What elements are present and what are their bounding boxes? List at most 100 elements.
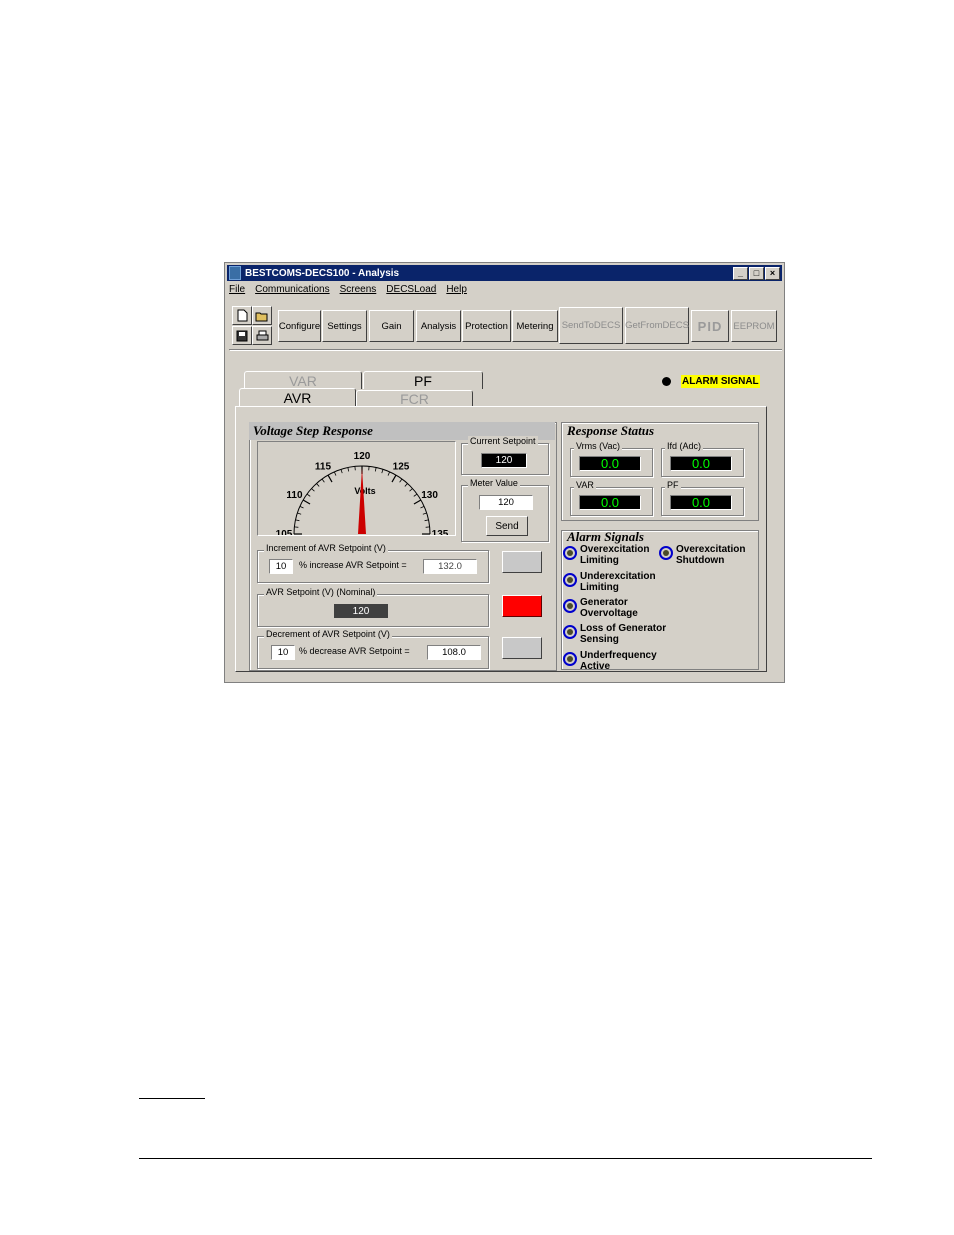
menu-decsload[interactable]: DECSLoad (386, 284, 436, 298)
meter-value-input[interactable]: 120 (479, 495, 533, 510)
alarm-signal-label: ALARM SIGNAL (681, 375, 760, 388)
nominal-step-button[interactable] (502, 595, 542, 617)
new-file-icon[interactable] (232, 306, 252, 325)
nominal-label: AVR Setpoint (V) (Nominal) (264, 587, 378, 597)
close-button[interactable]: × (765, 267, 780, 280)
eeprom-button[interactable]: EEPROM (731, 310, 777, 342)
get-from-decs-button[interactable]: GetFromDECS (625, 307, 689, 344)
gauge-tick (306, 493, 311, 497)
decrement-label: Decrement of AVR Setpoint (V) (264, 629, 392, 639)
window-title: BESTCOMS-DECS100 - Analysis (245, 267, 400, 279)
tab-var[interactable]: VAR (244, 371, 362, 389)
gauge-tick-label: 135 (432, 529, 449, 535)
increment-label: Increment of AVR Setpoint (V) (264, 543, 388, 553)
pf-meter-label: PF (665, 480, 681, 490)
gauge-tick (424, 519, 429, 522)
menu-communications[interactable]: Communications (255, 284, 329, 298)
gauge-tick-label: 115 (315, 461, 332, 472)
gauge-tick (302, 499, 311, 505)
gauge-tick (299, 505, 304, 509)
maximize-button[interactable]: □ (749, 267, 764, 280)
gauge-tick (422, 512, 427, 515)
gauge-tick (387, 471, 391, 476)
send-button[interactable]: Send (486, 516, 528, 536)
menu-screens[interactable]: Screens (340, 284, 377, 298)
gauge-tick (391, 474, 397, 483)
voltage-step-title: Voltage Step Response (253, 423, 373, 438)
gauge-tick (374, 467, 377, 472)
toolbar: Configure Settings Gain Analysis Protect… (229, 305, 782, 347)
meter-value-label: Meter Value (468, 478, 520, 488)
decrement-text: % decrease AVR Setpoint = (299, 646, 410, 656)
gain-button[interactable]: Gain (369, 310, 414, 342)
protection-button[interactable]: Protection (462, 310, 511, 342)
gauge-tick (409, 488, 413, 492)
ifd-meter-value: 0.0 (670, 456, 732, 471)
gauge-tick (347, 467, 350, 472)
title-bar[interactable]: BESTCOMS-DECS100 - Analysis _ □ × (227, 265, 782, 281)
response-status-title: Response Status (567, 423, 655, 438)
gauge-tick-label: 110 (286, 490, 303, 501)
decrement-step-button[interactable] (502, 637, 542, 659)
increment-text: % increase AVR Setpoint = (299, 560, 407, 570)
analysis-button[interactable]: Analysis (416, 310, 461, 342)
gauge-unit-label: Volts (354, 486, 375, 496)
gauge-tick (295, 519, 300, 522)
generator-overvoltage-label: Generator Overvoltage (580, 597, 638, 619)
nominal-setpoint-display: 120 (334, 604, 388, 618)
menu-help[interactable]: Help (446, 284, 467, 298)
app-icon (229, 266, 241, 280)
gauge-tick (399, 478, 403, 483)
vrms-meter-label: Vrms (Vac) (574, 441, 622, 451)
menu-bar: File Communications Screens DECSLoad Hel… (229, 284, 467, 298)
print-icon[interactable] (252, 326, 272, 345)
underfrequency-active-label: Underfrequency Active (580, 650, 657, 672)
overexcitation-limiting-label: Overexcitation Limiting (580, 544, 650, 566)
menu-file[interactable]: File (229, 284, 245, 298)
gauge-tick-label: 105 (276, 529, 293, 535)
pid-button[interactable]: PID (691, 310, 729, 342)
gauge-tick (340, 469, 343, 474)
tab-avr[interactable]: AVR (239, 388, 356, 406)
var-meter-value: 0.0 (579, 495, 641, 510)
send-to-decs-button[interactable]: SendToDECS (559, 307, 623, 344)
gauge-tick (413, 493, 418, 497)
gauge-needle (358, 468, 366, 534)
open-folder-icon[interactable] (252, 306, 272, 325)
gauge-tick-label: 130 (421, 490, 438, 501)
gauge-tick (404, 483, 408, 487)
generator-overvoltage-led-icon (563, 599, 577, 613)
voltage-gauge: 105 110 115 120 125 130 135 Volts (257, 441, 456, 536)
configure-button[interactable]: Configure (278, 310, 321, 342)
increment-percent-input[interactable]: 10 (269, 559, 293, 574)
decrement-result: 108.0 (427, 645, 481, 660)
gauge-tick-label: 120 (354, 451, 371, 462)
main-area: VAR PF AVR FCR ALARM SIGNAL Voltage Step… (230, 350, 782, 681)
increment-step-button[interactable] (502, 551, 542, 573)
gauge-tick (381, 469, 384, 474)
gauge-tick (413, 499, 422, 505)
alarm-status-dot (662, 377, 671, 386)
gauge-tick (297, 512, 302, 515)
underexcitation-limiting-label: Underexcitation Limiting (580, 571, 656, 593)
gauge-tick-label: 125 (393, 461, 410, 472)
gauge-tick (316, 483, 320, 487)
overexcitation-limiting-led-icon (563, 546, 577, 560)
loss-of-sensing-led-icon (563, 625, 577, 639)
minimize-button[interactable]: _ (733, 267, 748, 280)
gauge-tick (420, 505, 425, 509)
gauge-dial: 105 110 115 120 125 130 135 Volts (276, 451, 449, 535)
vrms-meter-value: 0.0 (579, 456, 641, 471)
current-setpoint-display: 120 (481, 453, 527, 468)
tab-pf[interactable]: PF (363, 371, 483, 389)
alarm-signals-title: Alarm Signals (567, 529, 644, 544)
metering-button[interactable]: Metering (512, 310, 558, 342)
settings-button[interactable]: Settings (322, 310, 367, 342)
save-icon[interactable] (232, 326, 252, 345)
tab-fcr[interactable]: FCR (356, 390, 473, 407)
current-setpoint-label: Current Setpoint (468, 436, 538, 446)
var-meter-label: VAR (574, 480, 596, 490)
increment-result: 132.0 (423, 559, 477, 574)
underexcitation-limiting-led-icon (563, 573, 577, 587)
decrement-percent-input[interactable]: 10 (271, 645, 295, 660)
